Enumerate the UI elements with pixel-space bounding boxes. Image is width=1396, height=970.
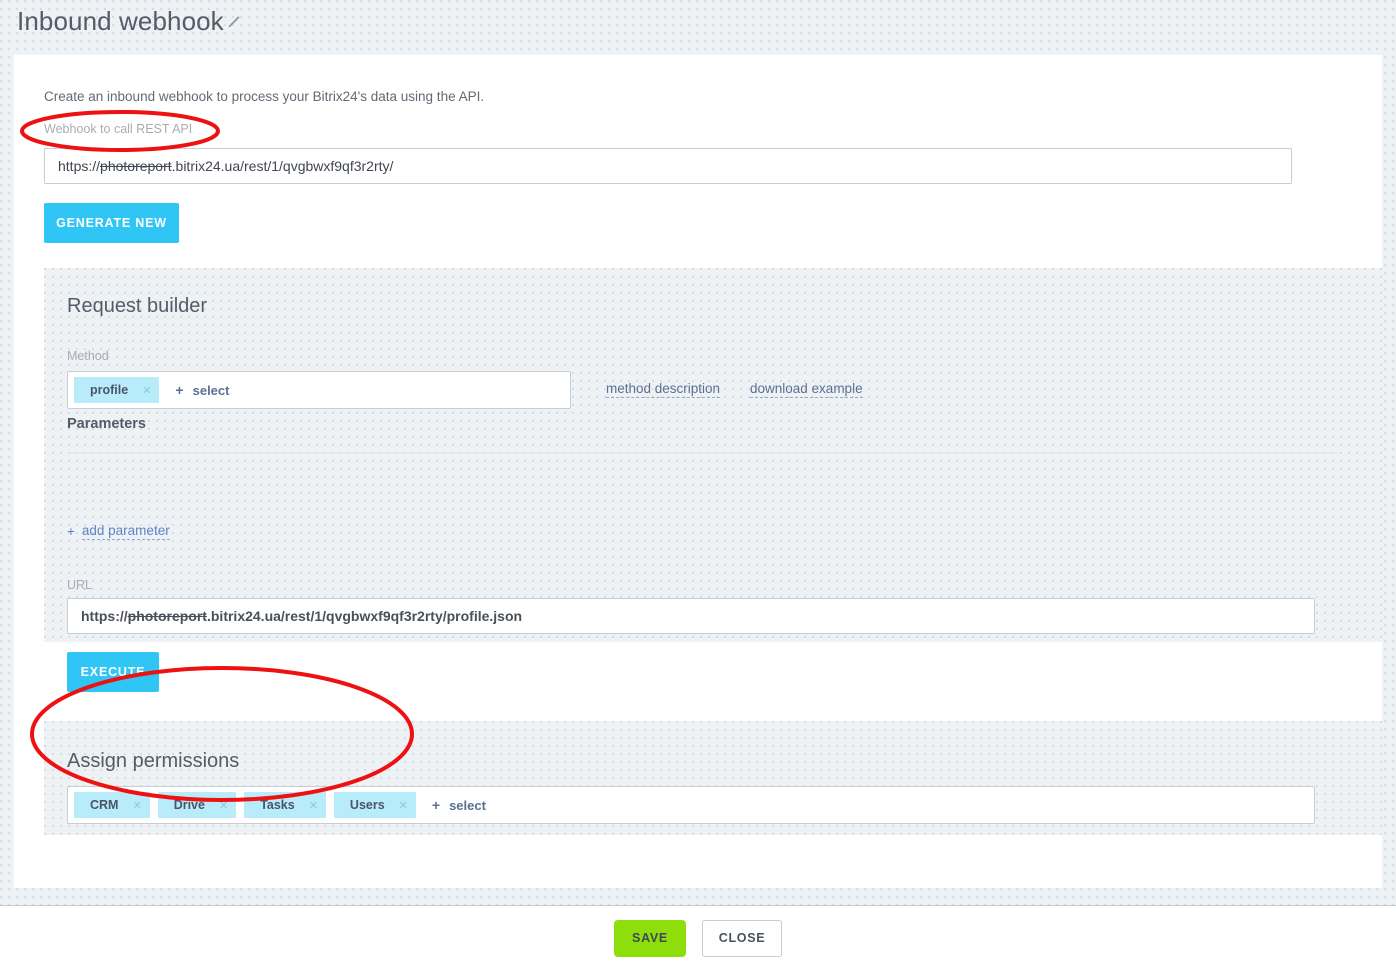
method-description-link[interactable]: method description <box>606 381 721 398</box>
parameters-divider <box>67 452 1337 453</box>
method-select-box[interactable]: profile ✕ + select <box>67 371 571 409</box>
parameters-title: Parameters <box>67 416 146 432</box>
built-url-suffix: .bitrix24.ua/rest/1/qvgbwxf9qf3r2rty/pro… <box>206 608 523 624</box>
intro-description: Create an inbound webhook to process you… <box>44 89 485 104</box>
close-button[interactable]: CLOSE <box>702 919 782 957</box>
permissions-select-add[interactable]: + select <box>432 797 486 813</box>
permission-tag-drive[interactable]: Drive ✕ <box>157 792 237 818</box>
plus-icon: + <box>431 797 441 813</box>
execute-button[interactable]: EXECUTE <box>67 652 159 692</box>
built-url-redacted: photoreport <box>127 608 207 624</box>
generate-new-button[interactable]: GENERATE NEW <box>44 203 179 243</box>
permissions-select-box[interactable]: CRM ✕ Drive ✕ Tasks ✕ Users ✕ + select <box>67 786 1315 824</box>
webhook-url-input[interactable]: https://photoreport .bitrix24.ua/rest/1/q… <box>44 148 1292 184</box>
permission-tag-label: Drive <box>173 798 205 812</box>
built-url-input[interactable]: https://photoreport .bitrix24.ua/rest/1/q… <box>67 598 1315 634</box>
page-title: Inbound webhook <box>17 6 224 36</box>
webhook-url-prefix: https:// <box>58 158 101 174</box>
download-example-link[interactable]: download example <box>750 381 863 398</box>
close-icon[interactable]: ✕ <box>399 799 408 812</box>
add-parameter-label: add parameter <box>81 523 170 540</box>
main-content-card: Create an inbound webhook to process you… <box>14 55 1382 888</box>
permission-tag-tasks[interactable]: Tasks ✕ <box>244 792 326 818</box>
pencil-icon[interactable] <box>225 12 243 30</box>
plus-icon: + <box>67 524 75 539</box>
webhook-url-suffix: .bitrix24.ua/rest/1/qvgbwxf9qf3r2rty/ <box>171 158 394 174</box>
close-icon[interactable]: ✕ <box>132 799 141 812</box>
method-label: Method <box>67 349 109 363</box>
permission-tag-label: Users <box>349 798 385 812</box>
save-button[interactable]: SAVE <box>614 919 686 957</box>
permissions-select-label: select <box>449 797 486 813</box>
permission-tag-label: CRM <box>90 798 119 812</box>
method-tag-label: profile <box>90 383 129 397</box>
page-footer: SAVE CLOSE <box>0 905 1396 969</box>
page-header: Inbound webhook <box>0 0 1396 47</box>
request-builder-panel: Request builder Method profile ✕ + selec… <box>44 268 1382 692</box>
built-url-prefix: https:// <box>81 608 128 624</box>
add-parameter-link[interactable]: + add parameter <box>67 523 170 540</box>
footer-button-group: SAVE CLOSE <box>0 906 1396 970</box>
request-builder-title: Request builder <box>67 295 208 317</box>
webhook-field-label: Webhook to call REST API <box>44 122 193 136</box>
method-tag-profile[interactable]: profile ✕ <box>74 377 160 403</box>
webhook-settings-page: Inbound webhook Create an inbound webhoo… <box>0 0 1396 905</box>
permission-tag-crm[interactable]: CRM ✕ <box>74 792 150 818</box>
close-icon[interactable]: ✕ <box>142 384 151 397</box>
webhook-url-redacted: photoreport <box>100 158 172 174</box>
method-select-label: select <box>192 382 230 398</box>
assign-permissions-title: Assign permissions <box>67 750 240 772</box>
close-icon[interactable]: ✕ <box>309 799 318 812</box>
close-icon[interactable]: ✕ <box>219 799 228 812</box>
permission-tag-label: Tasks <box>260 798 295 812</box>
method-select-add[interactable]: + select <box>175 382 229 398</box>
assign-permissions-panel: Assign permissions CRM ✕ Drive ✕ Tasks ✕… <box>44 721 1382 835</box>
plus-icon: + <box>175 382 184 398</box>
permission-tag-users[interactable]: Users ✕ <box>333 792 416 818</box>
url-label: URL <box>67 578 93 592</box>
